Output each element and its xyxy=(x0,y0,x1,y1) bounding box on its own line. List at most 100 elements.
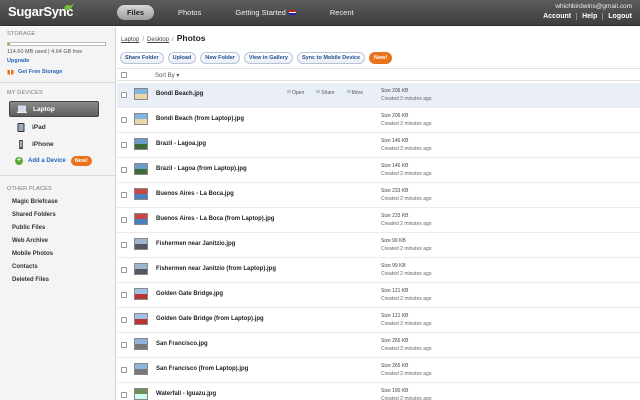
row-checkbox[interactable] xyxy=(121,367,127,373)
file-size: Size 206 KB xyxy=(381,113,409,119)
account-link[interactable]: Account xyxy=(538,13,576,20)
file-created: Created 2 minutes ago xyxy=(381,321,432,327)
file-name[interactable]: Brazil - Lagoa.jpg xyxy=(156,141,206,147)
photo-thumbnail[interactable] xyxy=(134,88,148,100)
device-ipad[interactable]: iPad xyxy=(9,119,99,135)
place-shared-folders[interactable]: Shared Folders xyxy=(12,212,56,218)
row-checkbox[interactable] xyxy=(121,242,127,248)
file-created: Created 2 minutes ago xyxy=(381,371,432,377)
table-row[interactable]: Brazil - Lagoa (from Laptop).jpg Size 146… xyxy=(117,158,640,183)
table-row[interactable]: Brazil - Lagoa.jpg Size 146 KB Created 2 m… xyxy=(117,133,640,158)
photo-thumbnail[interactable] xyxy=(134,163,148,175)
tab-recent[interactable]: Recent xyxy=(320,5,364,20)
tab-photos[interactable]: Photos xyxy=(168,5,211,20)
place-mobile-photos[interactable]: Mobile Photos xyxy=(12,251,53,257)
row-checkbox[interactable] xyxy=(121,267,127,273)
photo-thumbnail[interactable] xyxy=(134,213,148,225)
device-laptop[interactable]: Laptop xyxy=(9,101,99,117)
tab-files[interactable]: Files xyxy=(117,5,154,20)
file-size: Size 233 KB xyxy=(381,188,409,194)
breadcrumb-desktop[interactable]: Desktop xyxy=(147,37,169,43)
row-checkbox[interactable] xyxy=(121,167,127,173)
file-created: Created 2 minutes ago xyxy=(381,96,432,102)
row-checkbox[interactable] xyxy=(121,117,127,123)
storage-fill xyxy=(8,43,10,45)
file-name[interactable]: Golden Gate Bridge.jpg xyxy=(156,291,223,297)
row-checkbox[interactable] xyxy=(121,392,127,398)
place-contacts[interactable]: Contacts xyxy=(12,264,38,270)
file-name[interactable]: San Francisco.jpg xyxy=(156,341,208,347)
row-checkbox[interactable] xyxy=(121,217,127,223)
photo-thumbnail[interactable] xyxy=(134,338,148,350)
photo-thumbnail[interactable] xyxy=(134,238,148,250)
photo-thumbnail[interactable] xyxy=(134,113,148,125)
table-row[interactable]: Fishermen near Janitzio.jpg Size 99 KB Cre… xyxy=(117,233,640,258)
open-action[interactable]: Open xyxy=(287,90,304,96)
sync-to-mobile-button[interactable]: Sync to Mobile Device xyxy=(296,52,366,64)
photo-thumbnail[interactable] xyxy=(134,138,148,150)
free-storage-link[interactable]: Get Free Storage xyxy=(7,68,62,75)
photo-thumbnail[interactable] xyxy=(134,313,148,325)
table-row[interactable]: Golden Gate Bridge.jpg Size 121 KB Created… xyxy=(117,283,640,308)
sort-by-dropdown[interactable]: Sort By ▾ xyxy=(155,72,179,79)
upgrade-link[interactable]: Upgrade xyxy=(7,58,29,64)
table-row[interactable]: Bondi Beach.jpg Size 206 KB Created 2 minu… xyxy=(117,83,640,108)
file-name[interactable]: Buenos Aires - La Boca (from Laptop).jpg xyxy=(156,216,274,222)
more-action[interactable]: More xyxy=(347,90,363,96)
new-badge: New! xyxy=(70,156,92,166)
row-checkbox[interactable] xyxy=(121,142,127,148)
table-row[interactable]: Waterfall - Iguazu.jpg Size 190 KB Created… xyxy=(117,383,640,400)
file-name[interactable]: Waterfall - Iguazu.jpg xyxy=(156,391,216,397)
account-links: Account Help Logout xyxy=(538,13,632,20)
view-in-gallery-button[interactable]: View in Gallery xyxy=(243,52,293,64)
photo-thumbnail[interactable] xyxy=(134,388,148,400)
place-web-archive[interactable]: Web Archive xyxy=(12,238,48,244)
tab-getting-started[interactable]: Getting Started xyxy=(225,5,305,20)
device-iphone[interactable]: iPhone xyxy=(9,136,99,152)
place-deleted-files[interactable]: Deleted Files xyxy=(12,277,49,283)
photo-thumbnail[interactable] xyxy=(134,188,148,200)
divider xyxy=(0,82,116,83)
flag-icon xyxy=(288,10,296,15)
photo-thumbnail[interactable] xyxy=(134,263,148,275)
row-checkbox[interactable] xyxy=(121,317,127,323)
file-name[interactable]: Brazil - Lagoa (from Laptop).jpg xyxy=(156,166,247,172)
table-row[interactable]: Golden Gate Bridge (from Laptop).jpg Size… xyxy=(117,308,640,333)
table-row[interactable]: Bondi Beach (from Laptop).jpg Size 206 KB… xyxy=(117,108,640,133)
new-folder-button[interactable]: New Folder xyxy=(200,52,240,64)
file-name[interactable]: San Francisco (from Laptop).jpg xyxy=(156,366,248,372)
row-checkbox[interactable] xyxy=(121,92,127,98)
page-title: Photos xyxy=(176,33,206,43)
table-row[interactable]: San Francisco (from Laptop).jpg Size 265 … xyxy=(117,358,640,383)
photo-thumbnail[interactable] xyxy=(134,288,148,300)
file-name[interactable]: Fishermen near Janitzio.jpg xyxy=(156,241,235,247)
file-name[interactable]: Buenos Aires - La Boca.jpg xyxy=(156,191,234,197)
file-size: Size 265 KB xyxy=(381,338,409,344)
file-name[interactable]: Bondi Beach (from Laptop).jpg xyxy=(156,116,244,122)
place-magic-briefcase[interactable]: Magic Briefcase xyxy=(12,199,58,205)
file-created: Created 2 minutes ago xyxy=(381,346,432,352)
place-public-files[interactable]: Public Files xyxy=(12,225,45,231)
row-actions: Open Share More xyxy=(287,90,375,96)
table-row[interactable]: Fishermen near Janitzio (from Laptop).jp… xyxy=(117,258,640,283)
share-action[interactable]: Share xyxy=(316,90,334,96)
table-row[interactable]: Buenos Aires - La Boca.jpg Size 233 KB Cre… xyxy=(117,183,640,208)
breadcrumb-laptop[interactable]: Laptop xyxy=(121,37,139,43)
photo-thumbnail[interactable] xyxy=(134,363,148,375)
help-link[interactable]: Help xyxy=(576,13,602,20)
add-device-label: Add a Device xyxy=(28,158,66,164)
select-all-checkbox[interactable] xyxy=(121,72,127,78)
row-checkbox[interactable] xyxy=(121,292,127,298)
table-row[interactable]: San Francisco.jpg Size 265 KB Created 2 mi… xyxy=(117,333,640,358)
add-device-link[interactable]: + Add a Device New! xyxy=(15,156,92,166)
upload-button[interactable]: Upload xyxy=(167,52,197,64)
file-name[interactable]: Bondi Beach.jpg xyxy=(156,91,203,97)
free-storage-label: Get Free Storage xyxy=(18,68,63,75)
table-row[interactable]: Buenos Aires - La Boca (from Laptop).jpg… xyxy=(117,208,640,233)
share-folder-button[interactable]: Share Folder xyxy=(120,52,164,64)
row-checkbox[interactable] xyxy=(121,342,127,348)
file-name[interactable]: Fishermen near Janitzio (from Laptop).jp… xyxy=(156,266,276,272)
logout-link[interactable]: Logout xyxy=(602,13,632,20)
row-checkbox[interactable] xyxy=(121,192,127,198)
file-name[interactable]: Golden Gate Bridge (from Laptop).jpg xyxy=(156,316,264,322)
